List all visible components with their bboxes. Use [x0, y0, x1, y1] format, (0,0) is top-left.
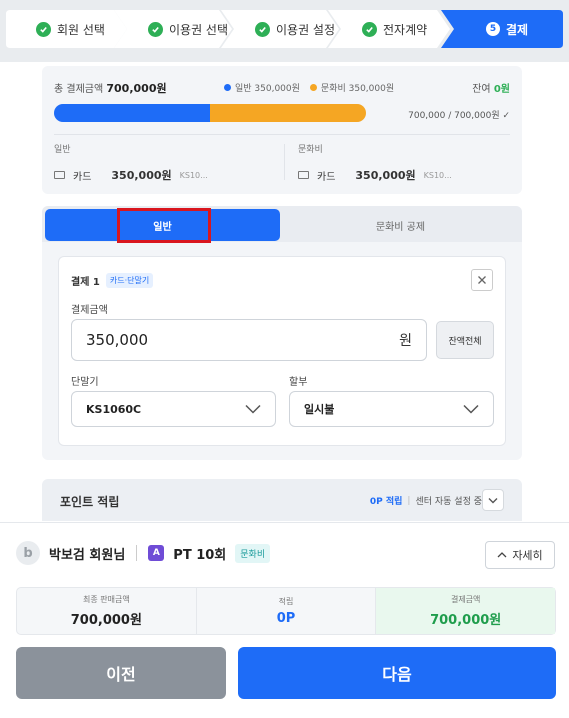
final-value: 700,000원: [70, 613, 142, 628]
expand-points-button[interactable]: [482, 489, 504, 511]
culture-summary-title: 문화비: [298, 145, 323, 155]
progress-stepper: 회원 선택 이용권 선택 이용권 설정 전자계약 5 결제: [0, 0, 569, 62]
culture-method: 카드: [317, 171, 336, 183]
general-device: KS10...: [179, 170, 208, 180]
chevron-down-icon: [488, 497, 498, 503]
point-label: 적립: [278, 597, 294, 606]
checkout-footer: b 박보검 회원님 A PT 10회 문화비 자세히 최종 판매금액 700,0…: [0, 522, 569, 718]
terminal-label: 단말기: [71, 377, 99, 388]
total-value: 700,000원: [106, 82, 167, 95]
general-amount: 350,000원: [111, 169, 172, 182]
tab-culture-deduction[interactable]: 문화비 공제: [282, 209, 519, 241]
step-label: 이용권 설정: [276, 22, 336, 37]
total-label: 총 결제금액: [54, 84, 104, 95]
general-bar-fill: [54, 104, 210, 122]
step-label: 전자계약: [383, 22, 428, 37]
allocation-progress-bar: [54, 104, 366, 122]
content-scroll-area[interactable]: 총 결제금액 700,000원 일반 350,000원 문화비 350,000원…: [0, 62, 569, 522]
point-total-value: 0P: [276, 611, 296, 626]
installment-label: 할부: [289, 377, 308, 388]
check-icon: [362, 21, 377, 37]
divider: [284, 144, 285, 180]
member-name: 박보검 회원님: [49, 547, 126, 563]
payment-panel: 일반 문화비 공제 결제 1 카드·단말기 결제금액 350,000 원 잔액전…: [42, 206, 522, 460]
point-total: 적립 0P: [195, 588, 376, 634]
terminal-select[interactable]: KS1060C: [71, 391, 276, 427]
remain-value: 0원: [493, 84, 510, 95]
check-icon: [36, 21, 51, 37]
totals-summary: 최종 판매금액 700,000원 적립 0P 결제금액 700,000원: [16, 587, 556, 635]
amount-label: 결제금액: [71, 305, 108, 316]
culture-device: KS10...: [423, 170, 452, 180]
step-number-badge: 5: [486, 22, 500, 36]
details-button[interactable]: 자세히: [485, 541, 555, 569]
culture-amount: 350,000원: [355, 169, 416, 182]
pay-label: 결제금액: [450, 595, 481, 604]
check-icon: [255, 21, 270, 37]
point-accrual-section[interactable]: 포인트 적립 0P 적립 | 센터 자동 설정 중: [42, 479, 522, 521]
divider: [54, 134, 510, 135]
pay-value: 700,000원: [430, 613, 502, 628]
final-label: 최종 판매금액: [82, 595, 130, 604]
amount-unit: 원: [399, 333, 412, 349]
card-icon: [298, 171, 309, 179]
avatar: b: [16, 541, 40, 565]
remaining-amount: 잔여 0원: [472, 80, 510, 95]
step-e-contract[interactable]: 전자계약: [328, 10, 452, 48]
step-member-select[interactable]: 회원 선택: [6, 10, 129, 48]
tab-general[interactable]: 일반: [45, 209, 280, 241]
close-icon: [478, 276, 486, 284]
pass-type-tag: 문화비: [235, 543, 271, 563]
general-summary: 일반 카드 350,000원 KS10...: [54, 142, 274, 183]
pass-name: PT 10회: [173, 547, 227, 563]
legend-general: 일반 350,000원: [235, 84, 300, 94]
point-value: 0P 적립: [369, 497, 403, 507]
culture-summary: 문화비 카드 350,000원 KS10...: [298, 142, 518, 183]
payment-amount-input[interactable]: 350,000 원: [71, 319, 427, 361]
divider: |: [407, 495, 411, 506]
payment-method-tag: 카드·단말기: [105, 273, 154, 288]
final-sale-total: 최종 판매금액 700,000원: [17, 588, 196, 634]
card-icon: [54, 171, 65, 179]
payment-entry-title: 결제 1: [71, 277, 100, 288]
step-payment[interactable]: 5 결제: [441, 10, 563, 48]
chevron-up-icon: [497, 552, 507, 558]
divider: [136, 545, 138, 561]
culture-dot-icon: [309, 84, 317, 91]
previous-button[interactable]: 이전: [16, 647, 226, 699]
terminal-value: KS1060C: [86, 402, 142, 416]
payment-entry-card: 결제 1 카드·단말기 결제금액 350,000 원 잔액전체 단말기 KS10…: [58, 256, 506, 446]
allocation-ratio: 700,000 / 700,000원 ✓: [408, 111, 510, 121]
details-label: 자세히: [512, 549, 543, 562]
payment-total: 결제금액 700,000원: [375, 588, 556, 634]
general-dot-icon: [224, 84, 231, 91]
payment-summary: 총 결제금액 700,000원 일반 350,000원 문화비 350,000원…: [42, 66, 522, 194]
installment-select[interactable]: 일시불: [289, 391, 494, 427]
step-pass-select[interactable]: 이용권 선택: [114, 10, 234, 48]
check-icon: [148, 21, 163, 37]
step-label: 결제: [506, 22, 529, 37]
chevron-down-icon: [463, 404, 479, 414]
fill-remaining-button[interactable]: 잔액전체: [436, 321, 494, 359]
step-label: 회원 선택: [57, 22, 105, 37]
next-button[interactable]: 다음: [238, 647, 556, 699]
amount-value: 350,000: [86, 331, 149, 349]
legend: 일반 350,000원 문화비 350,000원: [224, 81, 394, 94]
step-label: 이용권 선택: [169, 22, 229, 37]
culture-bar-fill: [210, 104, 366, 122]
step-pass-settings[interactable]: 이용권 설정: [221, 10, 341, 48]
point-mode: 센터 자동 설정 중: [415, 497, 482, 507]
payment-type-tabs: 일반 문화비 공제: [42, 206, 522, 242]
general-summary-title: 일반: [54, 145, 71, 155]
remain-label: 잔여: [472, 84, 491, 95]
installment-value: 일시불: [304, 403, 335, 416]
remove-payment-button[interactable]: [471, 269, 493, 291]
point-title: 포인트 적립: [60, 495, 120, 509]
legend-culture: 문화비 350,000원: [320, 84, 395, 94]
chevron-down-icon: [245, 404, 261, 414]
general-method: 카드: [73, 171, 92, 183]
pass-badge-icon: A: [148, 545, 165, 561]
total-amount: 총 결제금액 700,000원: [54, 80, 167, 96]
